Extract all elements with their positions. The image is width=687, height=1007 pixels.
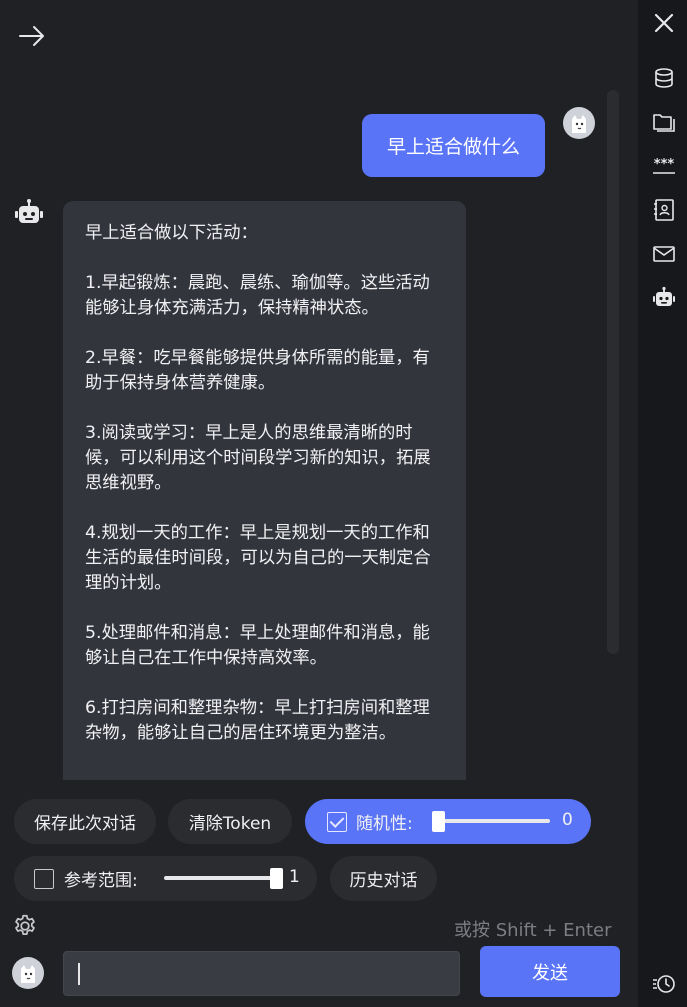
database-icon[interactable]: [652, 66, 676, 90]
reference-range-slider[interactable]: [164, 876, 281, 880]
randomness-checkbox[interactable]: [327, 811, 347, 832]
history-conversation-button[interactable]: 历史对话: [330, 856, 437, 901]
text-caret: [78, 963, 80, 985]
reference-range-label: 参考范围:: [64, 871, 138, 891]
cat-avatar-icon: [21, 965, 35, 983]
scrollbar[interactable]: [607, 90, 619, 654]
reference-range-control: 参考范围: 1: [14, 856, 317, 901]
randomness-slider[interactable]: [438, 819, 550, 823]
bot-message: 早上适合做以下活动： 1.早起锻炼：晨跑、晨练、瑜伽等。这些活动能够让身体充满活…: [63, 201, 466, 780]
save-conversation-button[interactable]: 保存此次对话: [14, 799, 156, 844]
history-conversation-label: 历史对话: [349, 871, 418, 891]
close-icon[interactable]: [652, 11, 676, 35]
clear-token-label: 清除Token: [188, 814, 272, 834]
clear-token-button[interactable]: 清除Token: [168, 799, 292, 844]
robot-icon: [15, 199, 43, 223]
send-button[interactable]: 发送: [480, 946, 620, 997]
randomness-slider-thumb[interactable]: [432, 811, 445, 832]
send-label: 发送: [532, 962, 568, 984]
cat-avatar-icon: [572, 115, 586, 133]
reference-range-checkbox[interactable]: [34, 868, 54, 889]
robot-icon[interactable]: [652, 286, 676, 310]
message-list[interactable]: 早上适合做什么 早上适合做以下活动： 1.早起锻炼：晨跑、晨练、瑜伽等。这些活动…: [0, 90, 620, 780]
randomness-control: 随机性: 0: [305, 799, 591, 844]
reference-range-slider-thumb[interactable]: [270, 868, 283, 889]
reference-range-value: 1: [289, 867, 300, 887]
gear-icon[interactable]: [12, 913, 38, 939]
history-clock-icon[interactable]: [652, 972, 676, 996]
randomness-label: 随机性:: [356, 814, 413, 834]
input-avatar: [12, 957, 44, 989]
randomness-value: 0: [562, 810, 573, 830]
right-sidebar: ***: [638, 0, 687, 1007]
save-conversation-label: 保存此次对话: [34, 814, 136, 834]
user-avatar: [563, 107, 595, 139]
shortcut-hint: 或按 Shift + Enter: [454, 920, 612, 941]
contacts-icon[interactable]: [652, 198, 676, 222]
mail-icon[interactable]: [652, 242, 676, 266]
message-input[interactable]: [63, 951, 460, 996]
svg-text:***: ***: [654, 157, 675, 172]
arrow-right-icon[interactable]: [16, 20, 48, 52]
chat-panel: 早上适合做什么 早上适合做以下活动： 1.早起锻炼：晨跑、晨练、瑜伽等。这些活动…: [0, 0, 638, 1007]
password-icon[interactable]: ***: [652, 154, 676, 178]
folder-icon[interactable]: [652, 110, 676, 134]
user-message: 早上适合做什么: [362, 114, 545, 177]
